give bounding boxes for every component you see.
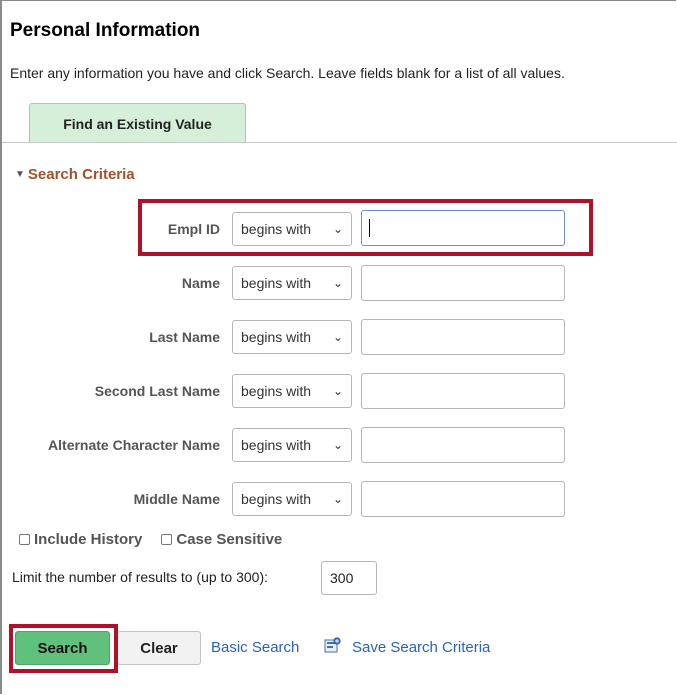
last-name-operator-select[interactable]: begins with ⌄: [232, 320, 352, 354]
alternate-character-name-operator-select[interactable]: begins with ⌄: [232, 428, 352, 462]
page-title: Personal Information: [10, 20, 201, 41]
name-input[interactable]: [361, 265, 565, 301]
middle-name-operator-select[interactable]: begins with ⌄: [232, 482, 352, 516]
middle-name-input[interactable]: [361, 481, 565, 517]
operator-value: begins with: [241, 329, 312, 345]
basic-search-link[interactable]: Basic Search: [211, 639, 299, 656]
limit-label: Limit the number of results to (up to 30…: [12, 569, 269, 585]
include-history-label[interactable]: Include History: [34, 531, 142, 548]
search-options: Include History Case Sensitive: [19, 531, 282, 548]
operator-value: begins with: [241, 383, 312, 399]
include-history-checkbox[interactable]: [19, 534, 30, 545]
field-row-name: Name: [0, 265, 220, 301]
second-last-name-input[interactable]: [361, 373, 565, 409]
name-operator-select[interactable]: begins with ⌄: [232, 266, 352, 300]
operator-value: begins with: [241, 275, 312, 291]
operator-value: begins with: [241, 491, 312, 507]
tab-divider: [2, 142, 677, 143]
search-button-highlight-box: [9, 624, 118, 673]
chevron-down-icon: ⌄: [332, 330, 343, 344]
chevron-down-icon: ⌄: [332, 492, 343, 506]
field-label: Name: [181, 275, 220, 291]
tab-find-existing-value[interactable]: Find an Existing Value: [29, 103, 246, 143]
limit-results-input[interactable]: 300: [321, 561, 377, 595]
field-label: Alternate Character Name: [48, 437, 220, 453]
tab-label: Find an Existing Value: [63, 115, 212, 132]
save-search-criteria-link[interactable]: Save Search Criteria: [352, 639, 490, 656]
case-sensitive-checkbox[interactable]: [161, 534, 173, 545]
field-label: Second Last Name: [94, 383, 220, 399]
empl-id-highlight-box: [138, 199, 593, 256]
field-row-middle-name: Middle Name: [0, 481, 220, 517]
field-label: Last Name: [149, 329, 220, 345]
clear-button[interactable]: Clear: [117, 631, 201, 665]
field-label: Middle Name: [133, 491, 220, 507]
second-last-name-operator-select[interactable]: begins with ⌄: [232, 374, 352, 408]
chevron-down-icon: ⌄: [332, 276, 343, 290]
last-name-input[interactable]: [361, 319, 565, 355]
chevron-down-icon: ⌄: [332, 384, 343, 398]
field-row-last-name: Last Name: [0, 319, 220, 355]
search-criteria-toggle[interactable]: ▼ Search Criteria: [15, 166, 135, 183]
field-row-alternate-character-name: Alternate Character Name: [0, 427, 220, 463]
operator-value: begins with: [241, 437, 312, 453]
field-row-second-last-name: Second Last Name: [0, 373, 220, 409]
chevron-down-icon: ⌄: [332, 438, 343, 452]
search-criteria-heading: Search Criteria: [27, 166, 135, 183]
alternate-character-name-input[interactable]: [361, 427, 565, 463]
triangle-down-icon: ▼: [15, 169, 25, 180]
limit-value: 300: [330, 570, 354, 586]
save-search-icon[interactable]: [324, 637, 342, 653]
case-sensitive-label[interactable]: Case Sensitive: [176, 531, 282, 548]
page-instructions: Enter any information you have and click…: [10, 65, 565, 81]
